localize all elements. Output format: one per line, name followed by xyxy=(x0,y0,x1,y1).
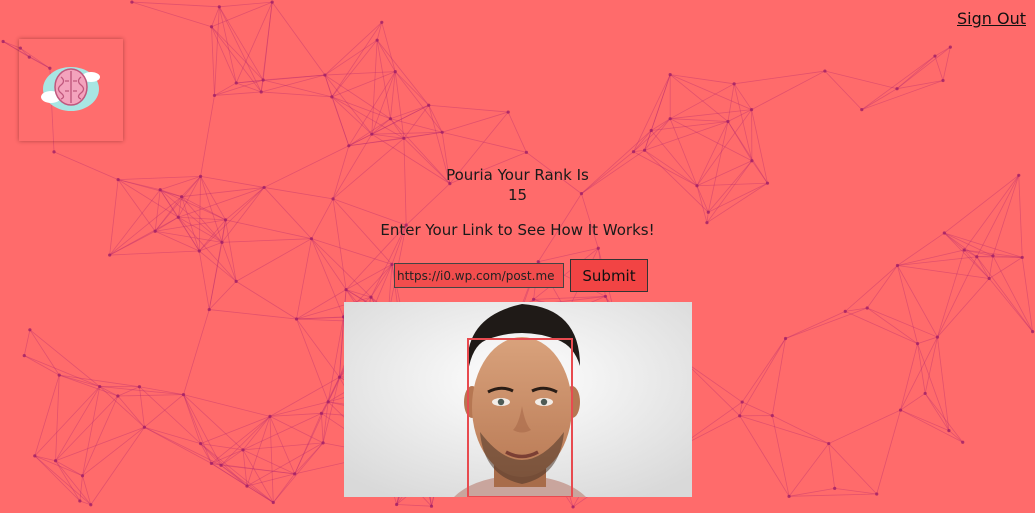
url-input[interactable] xyxy=(394,263,564,288)
sign-out-link[interactable]: Sign Out xyxy=(957,9,1026,28)
instruction-text: Enter Your Link to See How It Works! xyxy=(380,221,655,239)
result-image xyxy=(344,302,692,497)
logo xyxy=(19,39,123,141)
brain-cloud-icon xyxy=(41,67,100,111)
rank-value: 15 xyxy=(507,186,528,204)
rank-label: Pouria Your Rank Is xyxy=(446,166,589,184)
face-detection-box xyxy=(467,338,573,497)
submit-button[interactable]: Submit xyxy=(570,259,648,292)
